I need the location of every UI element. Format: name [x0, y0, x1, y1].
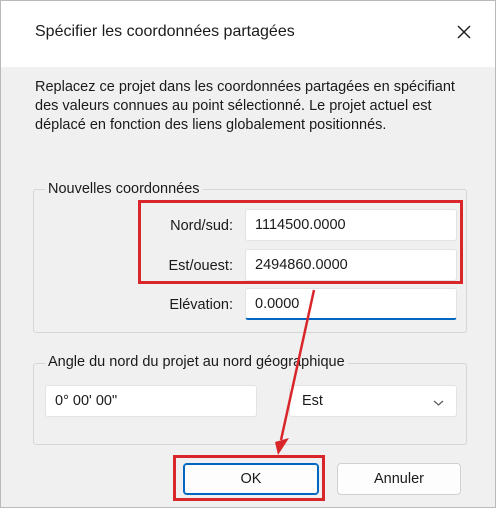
elevation-label: Elévation: — [169, 297, 233, 313]
ok-button[interactable]: OK — [183, 463, 319, 495]
elevation-input[interactable]: 0.0000 — [245, 288, 457, 320]
north-south-label: Nord/sud: — [170, 218, 233, 234]
new-coordinates-group-label: Nouvelles coordonnées — [45, 181, 203, 197]
angle-input[interactable]: 0° 00' 00" — [45, 385, 257, 417]
east-west-label: Est/ouest: — [168, 258, 233, 274]
dialog-description: Replacez ce projet dans les coordonnées … — [35, 79, 455, 133]
close-icon — [457, 25, 471, 39]
north-south-input[interactable]: 1114500.0000 — [245, 209, 457, 241]
east-west-input[interactable]: 2494860.0000 — [245, 249, 457, 281]
cancel-button[interactable]: Annuler — [337, 463, 461, 495]
shared-coordinates-dialog: Spécifier les coordonnées partagées Repl… — [0, 0, 496, 508]
direction-select[interactable]: Est — [289, 385, 457, 417]
dialog-title: Spécifier les coordonnées partagées — [35, 23, 295, 40]
chevron-down-icon — [433, 400, 444, 406]
close-button[interactable] — [447, 15, 481, 49]
angle-group-label: Angle du nord du projet au nord géograph… — [45, 354, 348, 370]
direction-select-value: Est — [302, 393, 323, 409]
title-bar: Spécifier les coordonnées partagées — [1, 1, 495, 67]
